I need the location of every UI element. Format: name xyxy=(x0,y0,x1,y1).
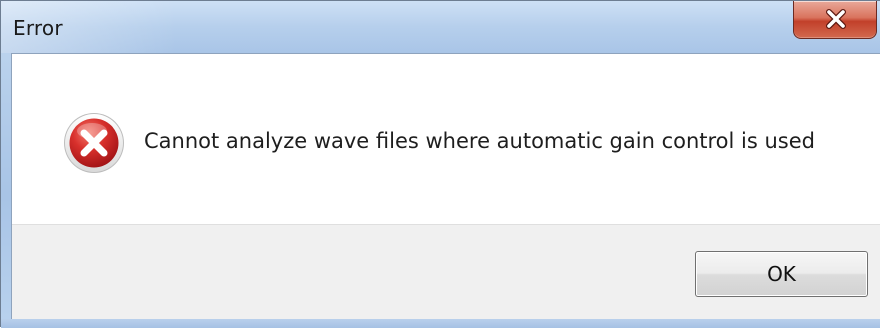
close-x-icon xyxy=(826,9,846,29)
dialog-content: Cannot analyze wave files where automati… xyxy=(11,53,880,320)
error-message: Cannot analyze wave files where automati… xyxy=(144,129,815,153)
button-bar: OK xyxy=(12,224,880,320)
close-button[interactable] xyxy=(793,1,877,39)
error-dialog-window: Error Cannot analyze wave files where au… xyxy=(0,0,880,328)
window-title: Error xyxy=(13,16,63,40)
ok-button[interactable]: OK xyxy=(695,251,868,297)
message-area: Cannot analyze wave files where automati… xyxy=(12,54,880,224)
error-icon xyxy=(64,113,124,173)
titlebar[interactable]: Error xyxy=(1,1,880,53)
